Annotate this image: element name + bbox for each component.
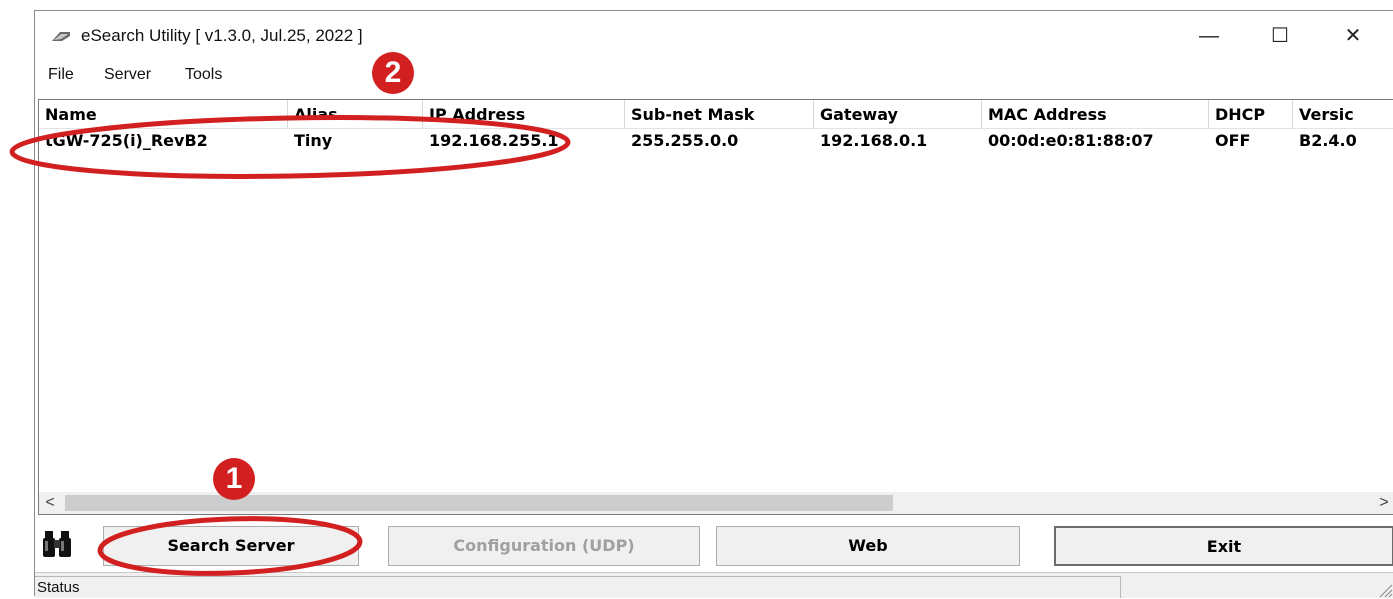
column-header-ip-address[interactable]: IP Address bbox=[423, 100, 625, 128]
configuration-udp-button[interactable]: Configuration (UDP) bbox=[388, 526, 700, 566]
cell-alias: Tiny bbox=[294, 131, 333, 150]
web-button[interactable]: Web bbox=[716, 526, 1020, 566]
column-header-dhcp[interactable]: DHCP bbox=[1209, 100, 1293, 128]
app-window: eSearch Utility [ v1.3.0, Jul.25, 2022 ]… bbox=[34, 10, 1393, 598]
list-header: Name Alias IP Address Sub-net Mask Gatew… bbox=[39, 100, 1393, 129]
cell-name: tGW-725(i)_RevB2 bbox=[45, 131, 208, 150]
scroll-left-icon[interactable]: < bbox=[39, 492, 61, 514]
server-list[interactable]: Name Alias IP Address Sub-net Mask Gatew… bbox=[38, 99, 1393, 515]
annotation-badge-2: 2 bbox=[372, 52, 414, 94]
column-header-name[interactable]: Name bbox=[39, 100, 288, 128]
cell-dhcp: OFF bbox=[1215, 131, 1251, 150]
annotation-badge-1: 1 bbox=[213, 458, 255, 500]
title-bar: eSearch Utility [ v1.3.0, Jul.25, 2022 ]… bbox=[35, 11, 1393, 59]
menu-bar: File Server Tools bbox=[35, 66, 1393, 92]
cell-gateway: 192.168.0.1 bbox=[820, 131, 928, 150]
status-bar: Status bbox=[35, 572, 1393, 598]
cell-version: B2.4.0 bbox=[1299, 131, 1357, 150]
column-header-version[interactable]: Versic bbox=[1293, 100, 1393, 128]
close-button[interactable]: ✕ bbox=[1333, 23, 1373, 49]
scroll-right-icon[interactable]: > bbox=[1373, 492, 1393, 514]
button-bar: Search Server Configuration (UDP) Web Ex… bbox=[35, 515, 1393, 571]
cell-ip-address: 192.168.255.1 bbox=[429, 131, 559, 150]
resize-grip-icon[interactable] bbox=[1375, 580, 1393, 598]
column-header-mac-address[interactable]: MAC Address bbox=[982, 100, 1209, 128]
minimize-button[interactable]: — bbox=[1189, 23, 1229, 49]
menu-file[interactable]: File bbox=[48, 66, 74, 84]
cell-subnet-mask: 255.255.0.0 bbox=[631, 131, 739, 150]
app-icon bbox=[52, 32, 70, 41]
search-server-button[interactable]: Search Server bbox=[103, 526, 359, 566]
column-header-subnet-mask[interactable]: Sub-net Mask bbox=[625, 100, 814, 128]
exit-button[interactable]: Exit bbox=[1054, 526, 1393, 566]
table-row[interactable]: tGW-725(i)_RevB2 Tiny 192.168.255.1 255.… bbox=[39, 128, 1393, 154]
menu-tools[interactable]: Tools bbox=[185, 66, 222, 84]
scroll-thumb[interactable] bbox=[65, 495, 893, 511]
window-title: eSearch Utility [ v1.3.0, Jul.25, 2022 ] bbox=[81, 26, 363, 45]
binoculars-icon bbox=[43, 531, 71, 557]
column-header-alias[interactable]: Alias bbox=[288, 100, 423, 128]
menu-server[interactable]: Server bbox=[104, 66, 151, 84]
cell-mac-address: 00:0d:e0:81:88:07 bbox=[988, 131, 1154, 150]
column-header-gateway[interactable]: Gateway bbox=[814, 100, 982, 128]
status-text: Status bbox=[35, 576, 1121, 598]
maximize-button[interactable]: ☐ bbox=[1260, 23, 1300, 49]
